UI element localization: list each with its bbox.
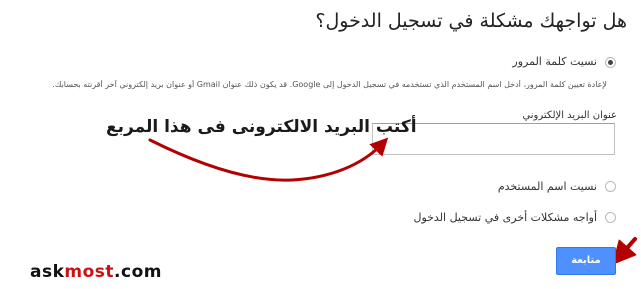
watermark: askmost.com: [30, 262, 162, 282]
watermark-part-1: ask: [30, 262, 65, 282]
annotation-text: أكتب البريد الالكترونى فى هذا المربع: [106, 117, 417, 137]
option-label-forgot-username[interactable]: نسيت اسم المستخدم: [498, 180, 597, 193]
button-arrow: [612, 237, 637, 265]
page-title: هل تواجهك مشكلة في تسجيل الدخول؟: [315, 10, 627, 32]
radio-other-problems[interactable]: [605, 212, 616, 223]
forgot-password-description: لإعادة تعيين كلمة المرور، أدخل اسم المست…: [52, 80, 607, 89]
radio-forgot-password[interactable]: [605, 57, 616, 68]
option-label-other-problems[interactable]: أواجه مشكلات أخرى في تسجيل الدخول: [413, 211, 597, 224]
continue-button[interactable]: متابعة: [556, 247, 616, 275]
email-field-label: عنوان البريد الإلكتروني: [522, 110, 617, 121]
option-label-forgot-password[interactable]: نسيت كلمة المرور: [512, 55, 597, 68]
radio-forgot-username[interactable]: [605, 181, 616, 192]
watermark-part-3: .com: [114, 262, 162, 282]
watermark-part-2: most: [64, 262, 115, 282]
curved-arrow: [148, 137, 389, 182]
